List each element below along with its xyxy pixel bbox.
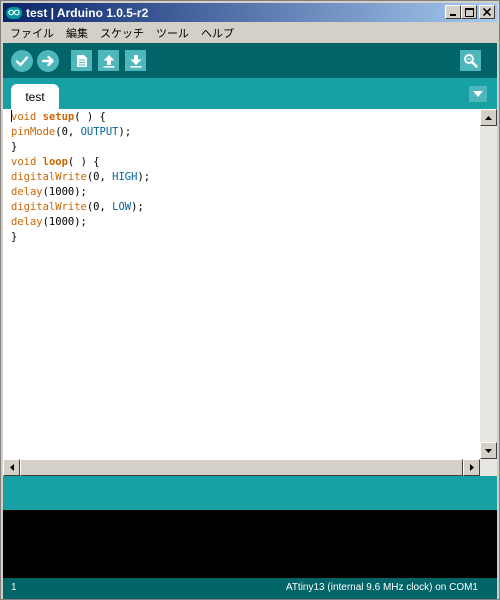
arduino-window: test | Arduino 1.0.5-r2 ファイル 編集 スケッチ ツール… [0, 0, 500, 600]
code-line[interactable]: } [11, 230, 477, 245]
vertical-scrollbar[interactable] [480, 109, 497, 459]
upload-arrow-icon [41, 55, 54, 67]
status-bar: 1 ATtiny13 (internal 9.6 MHz clock) on C… [3, 578, 497, 599]
arrow-down-icon [485, 448, 492, 453]
toolbar [3, 43, 497, 78]
code-line[interactable]: void setup( ) { [11, 110, 477, 125]
menu-edit[interactable]: 編集 [60, 25, 94, 41]
verify-icon [15, 56, 29, 67]
code-token: void [11, 111, 37, 123]
code-token: ( ) { [74, 111, 106, 123]
serial-monitor-magnifier-icon [464, 54, 478, 68]
save-button[interactable] [125, 50, 146, 71]
scroll-down-button[interactable] [480, 442, 497, 459]
verify-button[interactable] [11, 50, 33, 72]
code-token: void [11, 156, 37, 168]
arrow-up-icon [485, 115, 492, 120]
code-token: ); [137, 171, 151, 183]
message-area [3, 476, 497, 510]
triangle-down-icon [473, 91, 483, 97]
arrow-left-icon [9, 464, 14, 471]
scroll-left-button[interactable] [3, 459, 20, 476]
menu-sketch[interactable]: スケッチ [94, 25, 150, 41]
menu-file[interactable]: ファイル [3, 25, 60, 41]
tab-menu-button[interactable] [469, 86, 487, 102]
code-token: delay [11, 216, 43, 228]
maximize-button[interactable] [461, 5, 477, 19]
board-port-info: ATtiny13 (internal 9.6 MHz clock) on COM… [285, 582, 478, 593]
tab-test[interactable]: test [11, 84, 59, 109]
code-line[interactable]: } [11, 140, 477, 155]
code-token: HIGH [112, 171, 138, 183]
code-token: pinMode [11, 126, 56, 138]
code-token: ); [118, 126, 132, 138]
code-line[interactable]: digitalWrite(0, LOW); [11, 200, 477, 215]
code-token: (1000); [42, 216, 87, 228]
window-title: test | Arduino 1.0.5-r2 [26, 5, 149, 20]
code-token: LOW [112, 201, 132, 213]
open-arrow-up-icon [103, 54, 114, 68]
close-icon [483, 8, 491, 16]
menu-help[interactable]: ヘルプ [195, 25, 240, 41]
code-token: (1000); [42, 186, 87, 198]
code-token: ); [131, 201, 144, 213]
arrow-right-icon [469, 464, 474, 471]
code-token: setup [42, 111, 75, 123]
scroll-right-button[interactable] [463, 459, 480, 476]
code-token: ( ) { [67, 156, 100, 168]
code-token: OUTPUT [80, 126, 119, 138]
code-token: } [11, 231, 18, 243]
code-line[interactable]: digitalWrite(0, HIGH); [11, 170, 477, 185]
upload-button[interactable] [37, 50, 59, 72]
code-token: (0, [86, 171, 113, 183]
line-number: 1 [11, 582, 17, 593]
new-button[interactable] [71, 50, 92, 71]
menu-bar: ファイル 編集 スケッチ ツール ヘルプ [3, 23, 497, 42]
scroll-up-button[interactable] [480, 109, 497, 126]
save-arrow-down-icon [130, 54, 141, 68]
code-line[interactable]: void loop( ) { [11, 155, 477, 170]
maximize-icon [464, 7, 474, 17]
code-token: delay [11, 186, 43, 198]
code-token: loop [42, 156, 68, 168]
title-bar[interactable]: test | Arduino 1.0.5-r2 [3, 3, 497, 22]
minimize-icon [450, 14, 456, 16]
tab-label: test [25, 89, 45, 104]
console-output[interactable] [3, 510, 497, 578]
code-token: digitalWrite [11, 201, 87, 213]
code-token: digitalWrite [11, 171, 87, 183]
code-token: } [11, 141, 18, 153]
horizontal-scrollbar[interactable] [3, 459, 497, 476]
code-token: (0, [86, 201, 113, 213]
code-editor[interactable]: void setup( ) {pinMode(0, OUTPUT);} void … [3, 109, 497, 476]
arduino-logo-icon [6, 6, 22, 19]
close-button[interactable] [479, 5, 495, 19]
code-token: (0, [55, 126, 81, 138]
open-button[interactable] [98, 50, 119, 71]
code-line[interactable]: delay(1000); [11, 185, 477, 200]
menu-tools[interactable]: ツール [150, 25, 195, 41]
code-line[interactable]: delay(1000); [11, 215, 477, 230]
code-line[interactable]: pinMode(0, OUTPUT); [11, 125, 477, 140]
tab-bar: test [3, 78, 497, 109]
serial-monitor-button[interactable] [460, 50, 481, 71]
new-file-icon [76, 54, 87, 67]
code-text[interactable]: void setup( ) {pinMode(0, OUTPUT);} void … [11, 110, 477, 458]
minimize-button[interactable] [445, 5, 461, 19]
horizontal-scroll-thumb[interactable] [20, 459, 463, 476]
